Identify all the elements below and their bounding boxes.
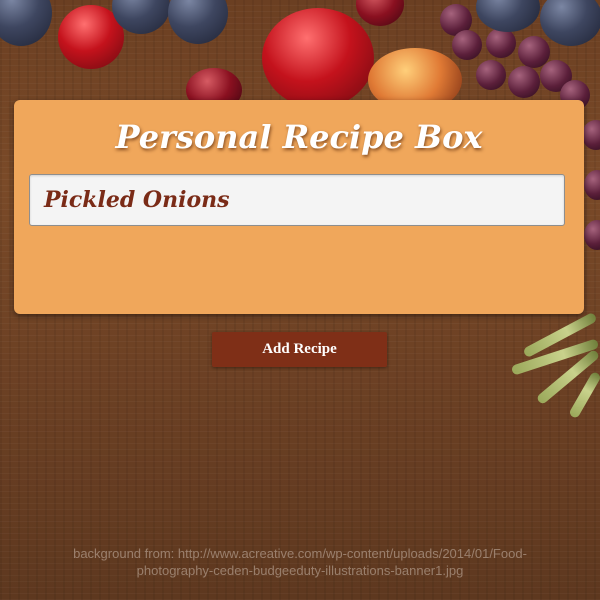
grape-decoration (452, 30, 482, 60)
apple-decoration (262, 8, 374, 108)
credit-line: background from: http://www.acreative.co… (73, 546, 527, 561)
grape-decoration (584, 220, 600, 250)
page-title: Personal Recipe Box (115, 118, 483, 156)
grape-decoration (582, 120, 600, 150)
recipe-item[interactable]: Pickled Onions (29, 174, 565, 226)
add-recipe-button[interactable]: Add Recipe (212, 332, 387, 367)
plum-decoration (476, 0, 540, 32)
grape-decoration (476, 60, 506, 90)
plum-decoration (0, 0, 52, 46)
plum-decoration (168, 0, 228, 44)
grape-decoration (486, 28, 516, 58)
cherry-decoration (356, 0, 404, 26)
recipe-box-panel: Personal Recipe Box Pickled Onions (14, 100, 584, 314)
credit-line: photography-ceden-budgeeduty-illustratio… (136, 563, 464, 578)
grape-decoration (584, 170, 600, 200)
background-credit: background from: http://www.acreative.co… (0, 545, 600, 579)
recipe-item-label: Pickled Onions (44, 187, 230, 213)
grape-decoration (508, 66, 540, 98)
plum-decoration (540, 0, 600, 46)
